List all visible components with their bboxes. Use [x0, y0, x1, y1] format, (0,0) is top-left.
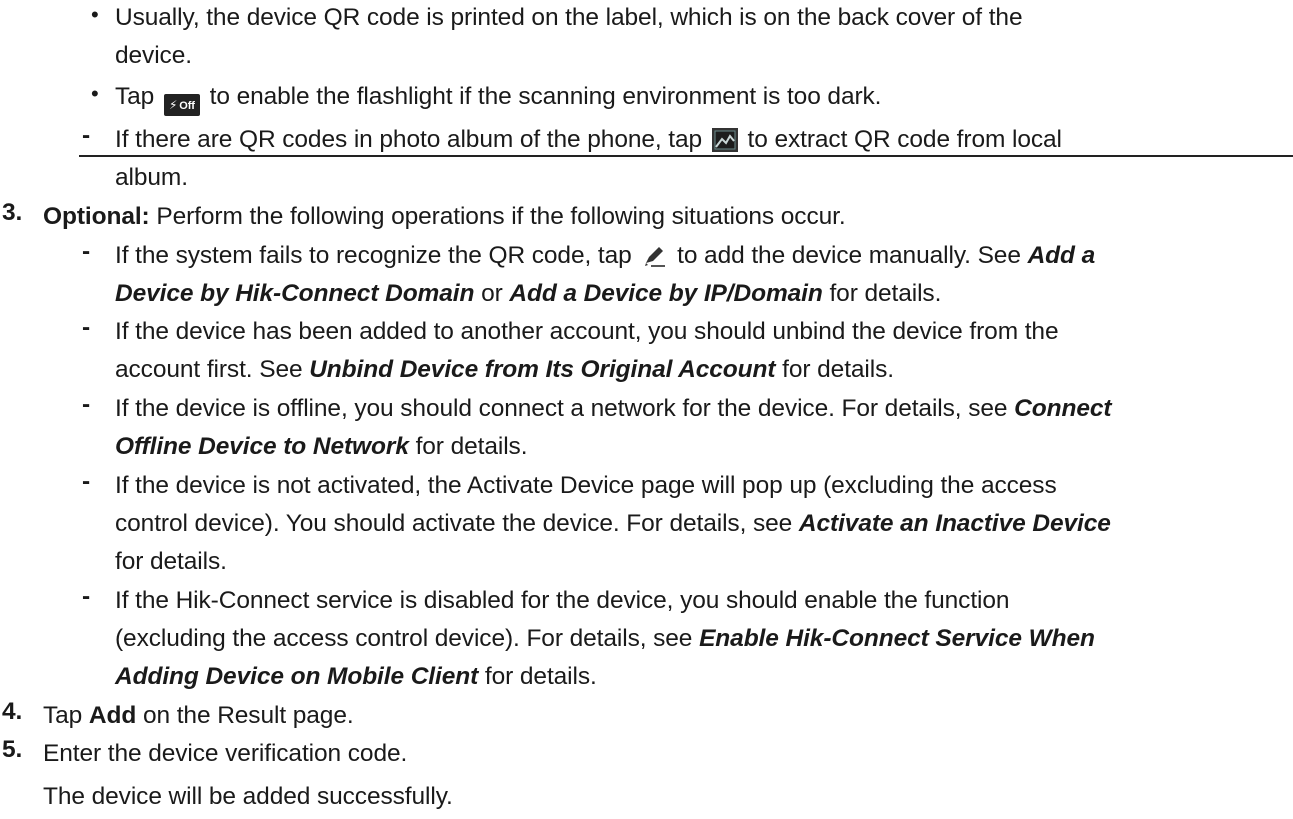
disabled-line3: Adding Device on Mobile Client for detai…	[115, 663, 597, 690]
bound-line1: If the device has been added to another …	[115, 318, 1059, 345]
qr-label-line1: Usually, the device QR code is printed o…	[115, 4, 1023, 31]
album-line1: If there are QR codes in photo album of …	[115, 126, 1062, 153]
bullet: •	[91, 81, 99, 106]
step3-line: Optional: Perform the following operatio…	[43, 203, 846, 230]
step5-line: Enter the device verification code.	[43, 740, 408, 767]
step4-line: Tap Add on the Result page.	[43, 702, 354, 729]
dash-marker: -	[82, 122, 91, 149]
qr-label-line2: device.	[115, 42, 192, 69]
fail-line2: Device by Hik-Connect Domain or Add a De…	[115, 280, 942, 307]
disabled-line1: If the Hik-Connect service is disabled f…	[115, 587, 1010, 614]
bound-line2: account first. See Unbind Device from It…	[115, 356, 894, 383]
inactive-line2: control device). You should activate the…	[115, 510, 1111, 537]
offline-line1: If the device is offline, you should con…	[115, 395, 1112, 422]
step-number: 5.	[2, 736, 23, 763]
dash-marker: -	[82, 468, 91, 495]
flashlight-line: Tap ⚡ Off to enable the flashlight if the…	[115, 79, 881, 116]
dash-marker: -	[82, 583, 91, 610]
offline-line2: Offline Device to Network for details.	[115, 433, 528, 460]
step5-result: The device will be added successfully.	[43, 783, 453, 810]
dash-marker: -	[82, 238, 91, 265]
bullet: •	[91, 2, 99, 27]
flashlight-off-icon: ⚡ Off	[163, 94, 200, 116]
dash-marker: -	[82, 314, 91, 341]
album-line2: album.	[115, 164, 188, 191]
edit-pen-icon	[645, 247, 666, 267]
step-number: 3.	[2, 199, 23, 226]
fail-line1: If the system fails to recognize the QR …	[115, 242, 1096, 269]
disabled-line2: (excluding the access control device). F…	[115, 625, 1095, 652]
step-number: 4.	[2, 698, 23, 725]
dash-marker: -	[82, 391, 91, 418]
photo-album-icon	[711, 128, 738, 152]
inactive-line1: If the device is not activated, the Acti…	[115, 472, 1057, 499]
inactive-line3: for details.	[115, 548, 227, 575]
